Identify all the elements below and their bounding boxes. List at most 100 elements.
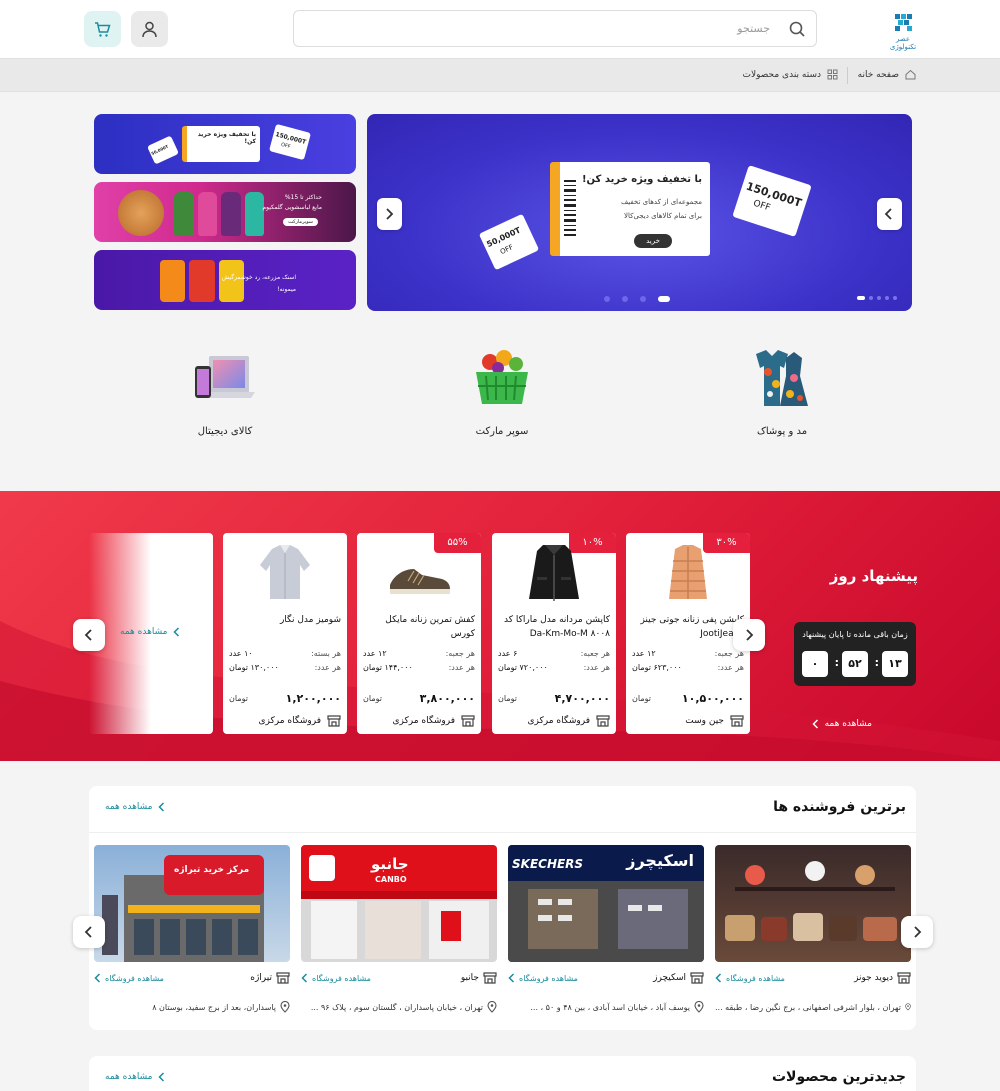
view-store-label: مشاهده فروشگاه [105,973,164,983]
cart-button[interactable] [84,11,121,47]
chevron-left-icon [84,629,92,641]
hero-line2: برای تمام کالاهای دیجی‌کالا [623,212,702,220]
seller-address-label: پاسداران، بعد از برج سفید، بوستان ۸ [152,1002,276,1012]
chevron-left-icon [84,926,92,938]
product-store[interactable]: فروشگاه مرکزی [363,715,475,727]
hero-dot[interactable] [622,296,628,302]
logo-text: عصر تکنولوژی [889,35,917,51]
newest-see-all-link[interactable]: مشاهده همه [105,1072,165,1082]
deal-product-card[interactable]: شومیز مدل نگار هر بسته: ۱۰ عدد هر عدد: ۱۳۰… [223,533,347,734]
hero-banner[interactable]: با تخفیف ویژه خرید کن! مجموعه‌ای از کدها… [367,114,912,311]
view-store-link[interactable]: مشاهده فروشگاه [715,973,785,983]
product-unit-row: هر بسته: ۱۰ عدد [229,649,341,658]
product-unit-row: هر جعبه: ۱۲ عدد [632,649,744,658]
seller-card[interactable]: مرکز خرید تیراژه تیراژه مشاهده فروشگاه پ… [94,845,290,1013]
product-price: ۱۰,۵۰۰,۰۰۰ تومان [632,692,744,705]
deals-title: پیشنهاد روز [829,567,918,585]
store-icon [897,972,911,984]
product-name[interactable]: شومیز مدل نگار [229,613,341,641]
price-currency: تومان [498,694,517,703]
product-unit-row: هر جعبه: ۱۲ عدد [363,649,475,658]
chevron-left-icon [715,973,722,983]
price-value: ۱۰,۵۰۰,۰۰۰ [681,692,744,705]
top-sellers-see-all-link[interactable]: مشاهده همه [105,802,165,812]
product-name[interactable]: کفش تمرین زنانه مایکل کورس [363,613,475,641]
side-banner-coupons-text: با تخفیف ویژه خرید کن! [197,131,256,145]
deal-product-card[interactable]: ۱۰% کاپشن مردانه مدل ماراکا کد Da-Km-Mo-… [492,533,616,734]
chevron-left-icon [301,973,308,983]
side-banner-detergent[interactable]: حداکثر تا 15% مایع لباسشویی گلمکیوم سوپر… [94,182,356,242]
user-account-button[interactable] [131,11,168,47]
product-store[interactable]: فروشگاه مرکزی [229,715,341,727]
deals-prev-button[interactable] [73,619,105,651]
seller-card[interactable]: اسکیچرز SKECHERS اسکیچرز مشاهده فروشگاه … [508,845,704,1013]
search-icon[interactable] [788,20,806,38]
breadcrumb-categories-label: دسته بندی محصولات [742,69,822,80]
chevron-right-icon [914,926,922,938]
sneaker-image [390,569,450,594]
user-icon [142,21,157,38]
category-digital[interactable]: کالای دیجیتال [165,348,285,437]
side-banner-coupons[interactable]: با تخفیف ویژه خرید کن! 150,000T OFF 50,0… [94,114,356,174]
hero-dot[interactable] [604,296,610,302]
store-sign-farsi: جانبو [371,855,409,873]
location-pin-icon [905,1003,911,1011]
hero-dot[interactable] [658,296,670,302]
unit-value: ۱۲ عدد [632,649,656,658]
logo-mark-icon [895,14,912,31]
seller-name[interactable]: تیراژه [250,972,290,984]
seller-meta-row: تیراژه مشاهده فروشگاه [94,972,290,984]
product-price: ۳,۸۰۰,۰۰۰ تومان [363,692,475,705]
deals-see-all-link[interactable]: مشاهده همه [812,719,872,729]
site-logo[interactable]: عصر تکنولوژی [882,10,924,51]
seller-meta-row: جانبو مشاهده فروشگاه [301,972,497,984]
seller-address-label: یوسف آباد ، خیابان اسد آبادی ، بین ۴۸ و … [530,1002,690,1012]
product-name[interactable]: کاپشن مردانه مدل ماراکا کد Da-Km-Mo-M ۸۰… [498,613,610,641]
view-store-link[interactable]: مشاهده فروشگاه [94,973,164,983]
seller-name[interactable]: دیوید جونز [854,972,911,984]
breadcrumb-categories[interactable]: دسته بندی محصولات [743,69,839,80]
store-name: فروشگاه مرکزی [392,716,455,726]
seller-card[interactable]: جانبو CANBO جانبو مشاهده فروشگاه تهران ،… [301,845,497,1013]
category-supermarket[interactable]: سوپر مارکت [442,348,562,437]
site-header: عصر تکنولوژی جستجو [0,0,1000,58]
seller-name[interactable]: جانبو [461,972,497,984]
view-store-link[interactable]: مشاهده فروشگاه [301,973,371,983]
product-store[interactable]: جین وست [632,715,744,727]
seller-name[interactable]: اسکیچرز [653,972,704,984]
product-store[interactable]: فروشگاه مرکزی [498,715,610,727]
seller-photo: اسکیچرز SKECHERS [508,845,704,962]
hero-buy-button[interactable]: خرید [634,234,672,248]
sellers-prev-button[interactable] [73,916,105,948]
side-banner-ticket: با تخفیف ویژه خرید کن! [182,126,260,162]
side-banner-snacks[interactable]: اسنک مزرعه، رد خوشمزگیش میمونه! [94,250,356,310]
deal-product-card[interactable]: ۳۰% کاپشن پفی زنانه جوتی جینز JootiJeans… [626,533,750,734]
store-icon [690,972,704,984]
product-per-unit-row: هر عدد: ۶۲۳,۰۰۰ تومان [632,663,744,672]
sellers-next-button[interactable] [901,916,933,948]
category-supermarket-label: سوپر مارکت [475,426,529,437]
seller-address-label: تهران ، بلوار اشرفی اصفهانی ، برج نگین ر… [715,1002,901,1012]
grocery-basket-icon [476,350,528,404]
store-name: جین وست [685,716,724,726]
hero-next-button[interactable] [377,198,402,230]
deals-next-button[interactable] [733,619,765,651]
per-unit-value: ۱۴۴,۰۰۰ تومان [363,663,413,672]
seller-meta-row: اسکیچرز مشاهده فروشگاه [508,972,704,984]
timer-minutes: ۵۲ [842,651,868,677]
deal-timer: زمان باقی مانده تا پایان پیشنهاد ۱۳ : ۵۲… [794,622,916,686]
hero-dot[interactable] [640,296,646,302]
category-clothing[interactable]: مد و پوشاک [722,348,842,437]
side-banner-snacks-line1: اسنک مزرعه، رد خوشمزگیش [221,274,296,281]
breadcrumb-home[interactable]: صفحه خانه [858,69,916,80]
newest-products-section: جدیدترین محصولات مشاهده همه [89,1056,916,1091]
view-store-link[interactable]: مشاهده فروشگاه [508,973,578,983]
deal-product-card[interactable]: ۵۵% کفش تمرین زنانه مایکل کورس هر جعبه: ۱… [357,533,481,734]
top-sellers-see-all-label: مشاهده همه [105,802,153,812]
hero-prev-button[interactable] [877,198,902,230]
seller-card[interactable]: دیوید جونز مشاهده فروشگاه تهران ، بلوار … [715,845,911,1012]
search-input[interactable]: جستجو [293,10,817,47]
product-name[interactable]: کاپشن پفی زنانه جوتی جینز JootiJeans [632,613,744,641]
store-sign-english: CANBO [375,875,407,884]
deals-see-all-card-link[interactable]: مشاهده همه [120,627,180,637]
